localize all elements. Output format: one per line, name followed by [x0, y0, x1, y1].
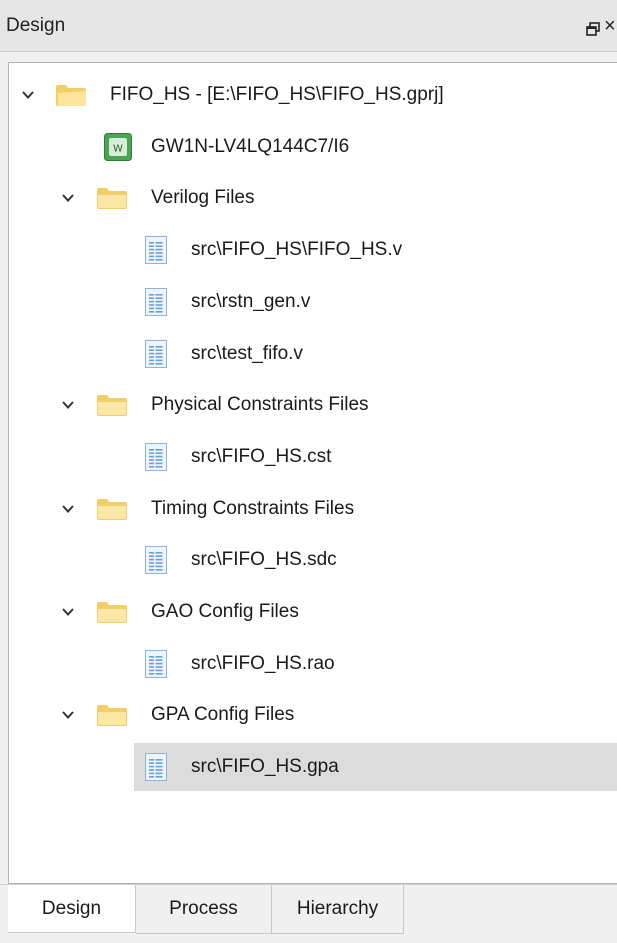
folder-label: Physical Constraints Files	[151, 394, 369, 416]
svg-text:W: W	[113, 143, 123, 154]
tree-node-folder[interactable]: Physical Constraints Files	[9, 381, 617, 429]
design-tree[interactable]: FIFO_HS - [E:\FIFO_HS\FIFO_HS.gprj] W GW1N…	[8, 62, 617, 884]
chevron-down-icon[interactable]	[21, 88, 35, 102]
file-icon	[145, 339, 167, 368]
tab-label: Hierarchy	[296, 898, 379, 919]
file-icon	[145, 546, 167, 575]
tree-node-file[interactable]: src\FIFO_HS.gpa	[9, 743, 617, 792]
tree-node-file[interactable]: src\rstn_gen.v	[9, 278, 617, 326]
tree-node-folder[interactable]: Timing Constraints Files	[9, 485, 617, 533]
project-label: FIFO_HS - [E:\FIFO_HS\FIFO_HS.gprj]	[110, 84, 444, 105]
close-icon[interactable]: ×	[604, 14, 616, 38]
tree-node-file[interactable]: src\test_fifo.v	[9, 330, 617, 378]
file-icon	[145, 753, 167, 782]
folder-label: Timing Constraints Files	[151, 497, 355, 519]
float-window-icon[interactable]	[586, 22, 600, 36]
folder-label: Verilog Files	[151, 187, 255, 209]
device-label: GW1N-LV4LQ144C7/I6	[151, 135, 350, 157]
file-label: src\test_fifo.v	[191, 342, 303, 364]
folder-open-icon	[97, 188, 127, 210]
tree-node-file[interactable]: src\FIFO_HS\FIFO_HS.v	[9, 226, 617, 274]
chevron-down-icon[interactable]	[61, 191, 75, 205]
file-label: src\rstn_gen.v	[191, 290, 311, 312]
file-icon	[145, 287, 167, 316]
tree-node-folder[interactable]: Verilog Files	[9, 174, 617, 222]
file-label: src\FIFO_HS.gpa	[191, 756, 339, 778]
tree-node-project[interactable]: FIFO_HS - [E:\FIFO_HS\FIFO_HS.gprj]	[9, 71, 617, 119]
file-label: src\FIFO_HS.sdc	[191, 549, 337, 571]
file-label: src\FIFO_HS.cst	[191, 445, 332, 467]
panel-title: Design	[6, 15, 66, 36]
tree-node-folder[interactable]: GAO Config Files	[9, 588, 617, 636]
folder-label: GAO Config Files	[151, 601, 299, 622]
tree-node-file[interactable]: src\FIFO_HS.cst	[9, 433, 617, 481]
tab-bar-border	[136, 933, 404, 934]
chevron-down-icon[interactable]	[61, 398, 75, 412]
chevron-down-icon[interactable]	[61, 708, 75, 722]
tree-node-folder[interactable]: GPA Config Files	[9, 691, 617, 739]
file-label: src\FIFO_HS.rao	[191, 652, 335, 674]
tree-node-file[interactable]: src\FIFO_HS.rao	[9, 640, 617, 688]
tree-node-device[interactable]: W GW1N-LV4LQ144C7/I6	[9, 123, 617, 171]
folder-open-icon	[97, 498, 127, 520]
tree-node-file[interactable]: src\FIFO_HS.sdc	[9, 536, 617, 584]
project-folder-icon	[56, 85, 86, 106]
tab-label: Process	[169, 898, 238, 919]
tab-hierarchy[interactable]: Hierarchy	[272, 885, 404, 933]
file-icon	[145, 236, 167, 265]
folder-open-icon	[97, 602, 127, 623]
device-chip-icon: W	[104, 132, 132, 161]
folder-open-icon	[97, 395, 127, 417]
panel-title-bar: Design ×	[0, 0, 617, 52]
chevron-down-icon[interactable]	[61, 605, 75, 619]
tab-process[interactable]: Process	[136, 885, 272, 933]
panel-tab-bar: Design Process Hierarchy	[0, 884, 617, 943]
file-label: src\FIFO_HS\FIFO_HS.v	[191, 239, 403, 261]
tab-design[interactable]: Design	[8, 885, 136, 933]
file-icon	[145, 442, 167, 471]
file-icon	[145, 649, 167, 678]
tab-label: Design	[41, 898, 102, 919]
folder-open-icon	[97, 705, 127, 727]
folder-label: GPA Config Files	[151, 704, 295, 726]
chevron-down-icon[interactable]	[61, 502, 75, 516]
